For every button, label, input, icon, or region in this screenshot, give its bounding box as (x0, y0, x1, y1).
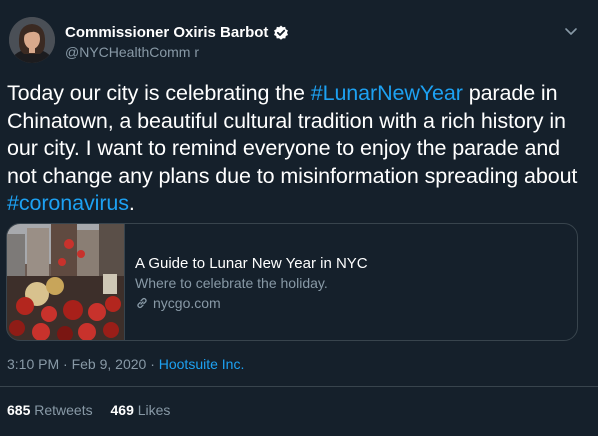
author-avatar[interactable] (9, 17, 55, 63)
divider (0, 386, 598, 387)
card-description: Where to celebrate the holiday. (135, 275, 328, 291)
tweet-text-segment: our city. I want to remind everyone to e… (7, 136, 561, 160)
verified-badge-icon (274, 25, 289, 40)
chevron-down-icon[interactable] (564, 24, 578, 38)
tweet-timestamp-row: 3:10 PM · Feb 9, 2020 · Hootsuite Inc. (7, 356, 244, 372)
link-icon (137, 297, 147, 309)
tweet-detail: Commissioner Oxiris Barbot @NYCHealthCom… (0, 0, 598, 436)
author-handle[interactable]: @NYCHealthComm r (65, 44, 199, 60)
tweet-text-segment: parade in (462, 81, 558, 105)
tweet-text-segment: Chinatown, a beautiful cultural traditio… (7, 108, 566, 133)
likes-count: 469 (110, 402, 134, 418)
card-image[interactable] (7, 224, 125, 340)
hashtag-link[interactable]: #LunarNewYear (311, 81, 463, 105)
card-title[interactable]: A Guide to Lunar New Year in NYC (135, 255, 368, 272)
hashtag-link[interactable]: #coronavirus (7, 191, 129, 215)
tweet-text-segment: not change any plans due to misinformati… (7, 163, 578, 188)
link-card[interactable]: A Guide to Lunar New Year in NYC Where t… (6, 223, 578, 341)
tweet-timestamp[interactable]: 3:10 PM · Feb 9, 2020 · (7, 356, 159, 372)
retweets-count: 685 (7, 402, 31, 418)
tweet-text-line: #coronavirus. (7, 190, 591, 218)
author-display-name[interactable]: Commissioner Oxiris Barbot (65, 24, 268, 41)
tweet-text: Today our city is celebrating the #Lunar… (7, 80, 591, 218)
retweets-stat[interactable]: 685 Retweets (7, 402, 97, 418)
tweet-text-segment: Today our city is celebrating the (7, 81, 311, 105)
likes-stat[interactable]: 469 Likes (111, 402, 171, 418)
engagement-stats: 685 Retweets 469 Likes (7, 402, 184, 418)
tweet-source-link[interactable]: Hootsuite Inc. (159, 356, 245, 372)
author-name-row[interactable]: Commissioner Oxiris Barbot (65, 24, 289, 41)
tweet-text-line: Chinatown, a beautiful cultural traditio… (7, 108, 591, 136)
likes-label: Likes (137, 402, 171, 418)
tweet-text-segment: . (128, 191, 135, 215)
tweet-text-line: not change any plans due to misinformati… (7, 163, 591, 191)
card-domain[interactable]: nycgo.com (135, 295, 221, 311)
tweet-text-line: our city. I want to remind everyone to e… (7, 135, 591, 163)
card-domain-text: nycgo.com (153, 295, 221, 311)
tweet-text-line: Today our city is celebrating the #Lunar… (7, 80, 591, 108)
retweets-label: Retweets (34, 402, 93, 418)
